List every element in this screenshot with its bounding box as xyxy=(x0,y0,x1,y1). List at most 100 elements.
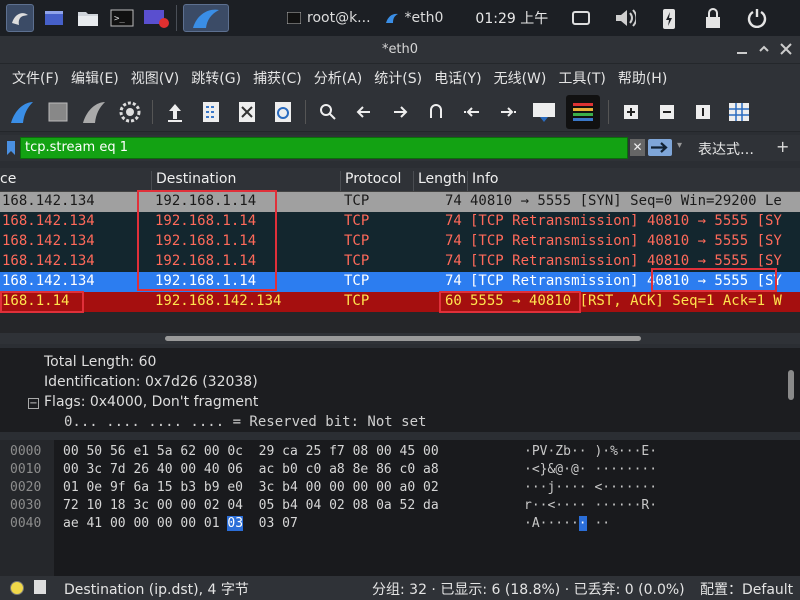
capture-options-icon[interactable] xyxy=(116,98,144,126)
packet-row[interactable]: 168.142.134 192.168.1.14 TCP 74 [TCP Ret… xyxy=(0,212,800,232)
menu-view[interactable]: 视图(V) xyxy=(131,68,180,88)
hex-dump-pane[interactable]: 0000 00 50 56 e1 5a 62 00 0c 29 ca 25 f7… xyxy=(0,440,800,576)
hex-ascii-text: ·· xyxy=(586,516,611,531)
detail-identification[interactable]: Identification: 0x7d26 (32038) xyxy=(44,374,258,390)
close-icon[interactable] xyxy=(779,42,793,56)
menu-statistics[interactable]: 统计(S) xyxy=(374,68,422,88)
taskbar-window-terminal[interactable]: root@k... xyxy=(287,10,371,26)
first-packet-icon[interactable] xyxy=(458,98,486,126)
hex-bytes[interactable]: 00 3c 7d 26 40 00 40 06 ac b0 c0 a8 8e 8… xyxy=(63,462,439,477)
column-source[interactable]: ce xyxy=(0,171,16,191)
normal-size-icon[interactable] xyxy=(689,98,717,126)
horizontal-scrollbar-thumb[interactable] xyxy=(165,336,641,341)
apply-filter-icon[interactable] xyxy=(648,139,672,156)
packet-row[interactable]: 168.142.134 192.168.1.14 TCP 74 40810 → … xyxy=(0,192,800,212)
packet-source: 168.142.134 xyxy=(2,213,95,229)
open-file-icon[interactable] xyxy=(161,98,189,126)
menu-tools[interactable]: 工具(T) xyxy=(558,68,605,88)
restart-capture-icon[interactable] xyxy=(80,98,108,126)
packet-list[interactable]: ce Destination Protocol Length Info 168.… xyxy=(0,168,800,344)
bookmark-icon[interactable] xyxy=(6,140,16,156)
detail-flags[interactable]: Flags: 0x4000, Don't fragment xyxy=(44,394,258,410)
colorize-icon[interactable] xyxy=(566,94,600,129)
terminal-icon[interactable]: >_ xyxy=(108,4,136,32)
zoom-out-icon[interactable] xyxy=(653,98,681,126)
clear-filter-icon[interactable]: ✕ xyxy=(630,139,645,156)
go-to-packet-icon[interactable] xyxy=(422,98,450,126)
reload-file-icon[interactable] xyxy=(269,98,297,126)
power-icon[interactable] xyxy=(746,7,768,29)
menu-wireless[interactable]: 无线(W) xyxy=(494,68,547,88)
packet-row[interactable]: 168.1.14 192.168.142.134 TCP 60 5555 → 4… xyxy=(0,292,800,312)
files-icon[interactable] xyxy=(74,4,102,32)
menu-file[interactable]: 文件(F) xyxy=(12,68,59,88)
menu-help[interactable]: 帮助(H) xyxy=(618,68,667,88)
packet-details[interactable]: Total Length: 60 Identification: 0x7d26 … xyxy=(0,348,800,432)
volume-icon[interactable] xyxy=(614,7,637,29)
hex-ascii[interactable]: ·PV·Zb·· )·%···E· xyxy=(524,444,657,459)
column-destination[interactable]: Destination xyxy=(151,171,236,191)
hex-ascii[interactable]: ·A······ ·· xyxy=(524,516,610,531)
hex-offset: 0000 xyxy=(10,444,42,459)
stop-capture-icon[interactable] xyxy=(44,98,72,126)
minimize-icon[interactable] xyxy=(735,42,749,56)
find-packet-icon[interactable] xyxy=(314,98,342,126)
wireshark-launcher-icon[interactable] xyxy=(183,4,229,32)
detail-total-length[interactable]: Total Length: 60 xyxy=(44,354,156,370)
clock[interactable]: 01:29 上午 xyxy=(475,8,548,28)
hex-ascii[interactable]: r··<···· ······R· xyxy=(524,498,657,513)
hex-line[interactable]: 0020 xyxy=(10,480,41,495)
collapse-icon[interactable]: − xyxy=(28,398,39,409)
add-filter-button[interactable]: + xyxy=(776,137,789,156)
taskbar-window-terminal-label: root@k... xyxy=(307,10,371,26)
column-protocol[interactable]: Protocol xyxy=(340,171,401,191)
screen-recorder-icon[interactable] xyxy=(142,4,170,32)
hex-line[interactable]: 0010 xyxy=(10,462,41,477)
maximize-icon[interactable] xyxy=(757,42,771,56)
packet-length: 74 xyxy=(445,273,462,289)
workspace-icon[interactable] xyxy=(40,4,68,32)
autoscroll-icon[interactable] xyxy=(530,98,558,126)
hex-bytes[interactable]: 00 50 56 e1 5a 62 00 0c 29 ca 25 f7 08 0… xyxy=(63,444,439,459)
details-vertical-scrollbar[interactable] xyxy=(788,370,794,400)
resize-columns-icon[interactable] xyxy=(725,98,753,126)
hex-ascii[interactable]: ·<}&@·@· ········ xyxy=(524,462,657,477)
lock-icon[interactable] xyxy=(702,7,724,29)
column-length[interactable]: Length xyxy=(413,171,466,191)
display-filter-input[interactable]: tcp.stream eq 1 xyxy=(20,137,628,159)
zoom-in-icon[interactable] xyxy=(617,98,645,126)
annotation-box-ports xyxy=(651,268,777,292)
save-file-icon[interactable] xyxy=(197,98,225,126)
menu-analyze[interactable]: 分析(A) xyxy=(314,68,363,88)
hex-line[interactable]: 0000 xyxy=(10,444,41,459)
hex-bytes[interactable]: 72 10 18 3c 00 00 02 04 05 b4 04 02 08 0… xyxy=(63,498,439,513)
capture-comment-icon[interactable] xyxy=(34,580,46,594)
close-file-icon[interactable] xyxy=(233,98,261,126)
expression-button[interactable]: 表达式… xyxy=(698,139,754,159)
battery-icon[interactable] xyxy=(658,7,680,29)
column-info[interactable]: Info xyxy=(467,171,499,191)
hex-line[interactable]: 0040 xyxy=(10,516,41,531)
packet-row[interactable]: 168.142.134 192.168.1.14 TCP 74 [TCP Ret… xyxy=(0,232,800,252)
hex-bytes[interactable]: 01 0e 9f 6a 15 b3 b9 e0 3c b4 00 00 00 0… xyxy=(63,480,439,495)
expert-info-icon[interactable] xyxy=(10,581,24,595)
start-capture-icon[interactable] xyxy=(8,98,36,126)
menu-telephony[interactable]: 电话(Y) xyxy=(434,68,481,88)
notification-icon[interactable] xyxy=(570,7,592,29)
filter-history-dropdown-icon[interactable]: ▾ xyxy=(677,140,682,151)
hex-bytes[interactable]: ae 41 00 00 00 00 01 03 03 07 xyxy=(63,516,298,531)
go-forward-icon[interactable] xyxy=(386,98,414,126)
menu-go[interactable]: 跳转(G) xyxy=(191,68,241,88)
kali-menu-icon[interactable] xyxy=(6,4,34,32)
wireshark-small-icon xyxy=(385,13,398,23)
last-packet-icon[interactable] xyxy=(494,98,522,126)
menu-edit[interactable]: 编辑(E) xyxy=(71,68,119,88)
hex-ascii[interactable]: ···j···· <······· xyxy=(524,480,657,495)
detail-reserved-bit[interactable]: 0... .... .... .... = Reserved bit: Not … xyxy=(64,414,426,430)
hex-line[interactable]: 0030 xyxy=(10,498,41,513)
menu-capture[interactable]: 捕获(C) xyxy=(253,68,302,88)
hex-bytes-text: 01 0e 9f 6a 15 b3 b9 e0 3c b4 00 00 00 0… xyxy=(63,480,439,495)
go-back-icon[interactable] xyxy=(350,98,378,126)
status-profile[interactable]: 配置：Default xyxy=(700,579,793,599)
taskbar-window-wireshark[interactable]: *eth0 xyxy=(385,10,443,26)
